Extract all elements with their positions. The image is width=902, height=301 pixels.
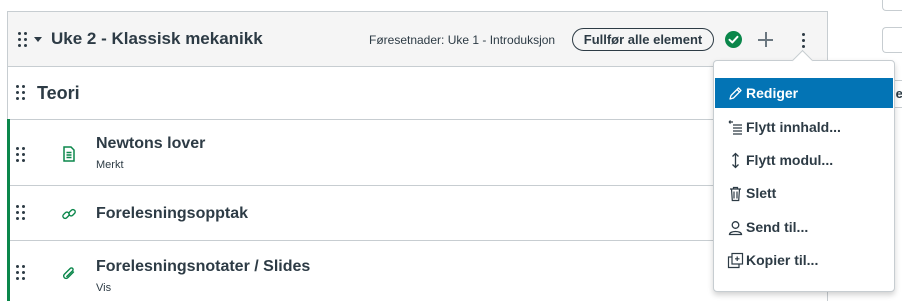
trash-icon	[727, 185, 744, 202]
item-title[interactable]: Forelesningsopptak	[96, 205, 248, 223]
drag-handle-icon[interactable]	[18, 32, 28, 49]
link-icon	[60, 205, 78, 223]
right-edge-button-middle[interactable]	[882, 27, 902, 53]
drag-handle-icon[interactable]	[16, 265, 26, 282]
paperclip-icon	[60, 265, 78, 283]
menu-item-label: Send til...	[746, 219, 809, 235]
menu-item-label: Rediger	[746, 85, 799, 101]
module-item-page[interactable]: Newtons lover Merkt	[7, 119, 827, 186]
menu-item-label: Kopier til...	[746, 252, 819, 268]
module-header[interactable]: Uke 2 - Klassisk mekanikk Føresetnader: …	[8, 12, 827, 67]
menu-item-copy-to[interactable]: Kopier til...	[715, 245, 893, 275]
document-icon	[60, 145, 78, 163]
module-title[interactable]: Uke 2 - Klassisk mekanikk	[51, 29, 263, 49]
move-vertical-icon	[727, 152, 744, 169]
published-check-icon[interactable]	[725, 31, 742, 48]
add-item-plus-icon[interactable]	[758, 32, 774, 48]
menu-item-label: Flytt innhald...	[746, 119, 841, 135]
right-edge-button-top[interactable]	[882, 0, 902, 11]
module-options-kebab-icon[interactable]	[797, 30, 811, 50]
prerequisites-text: Føresetnader: Uke 1 - Introduksjon	[369, 33, 556, 47]
collapse-caret-icon[interactable]	[34, 37, 42, 42]
menu-item-send-to[interactable]: Send til...	[715, 212, 893, 242]
menu-item-label: Slett	[746, 185, 777, 201]
module-item-file[interactable]: Forelesningsnotater / Slides Vis	[7, 240, 827, 301]
move-contents-icon	[727, 119, 744, 136]
pencil-icon	[727, 85, 744, 102]
drag-handle-icon[interactable]	[16, 85, 26, 102]
module-container: Uke 2 - Klassisk mekanikk Føresetnader: …	[7, 11, 828, 301]
module-item-link[interactable]: Forelesningsopptak	[7, 185, 827, 241]
menu-item-move-module[interactable]: Flytt modul...	[715, 145, 893, 175]
item-subtitle: Vis	[96, 282, 112, 294]
menu-item-edit[interactable]: Rediger	[715, 78, 893, 108]
drag-handle-icon[interactable]	[16, 147, 26, 164]
module-options-menu: Rediger Flytt innhald... Flytt modul... …	[713, 60, 895, 292]
item-title[interactable]: Forelesningsnotater / Slides	[96, 258, 310, 276]
complete-all-button[interactable]: Fullfør alle element	[572, 28, 714, 51]
menu-item-delete[interactable]: Slett	[715, 178, 893, 208]
copy-icon	[727, 252, 744, 269]
drag-handle-icon[interactable]	[16, 205, 26, 222]
subheader-title[interactable]: Teori	[37, 83, 80, 104]
module-item-subheader[interactable]: Teori	[8, 67, 827, 120]
menu-item-label: Flytt modul...	[746, 152, 834, 168]
item-subtitle: Merkt	[96, 159, 124, 171]
user-icon	[727, 219, 744, 236]
menu-item-move-contents[interactable]: Flytt innhald...	[715, 112, 893, 142]
item-title[interactable]: Newtons lover	[96, 135, 205, 153]
